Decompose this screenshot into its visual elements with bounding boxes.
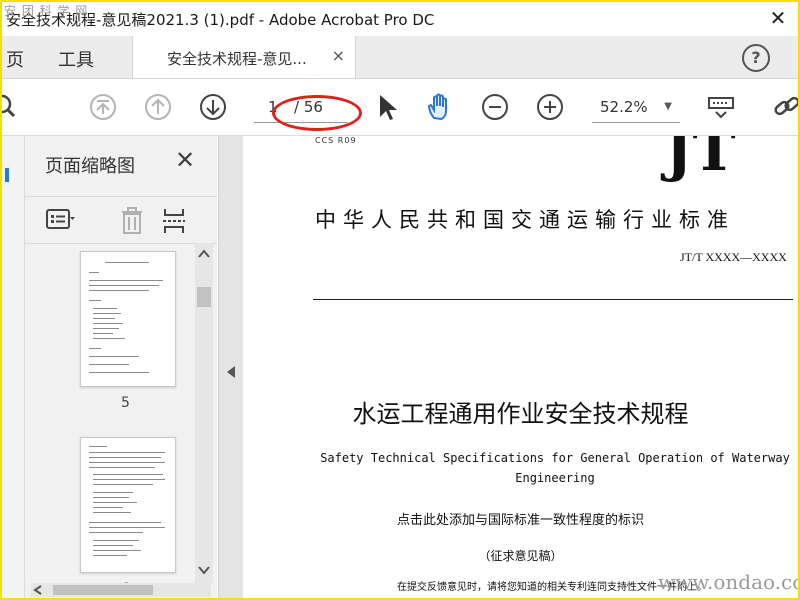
chevron-down-icon: ▼ — [664, 101, 672, 112]
thumbnail-vertical-scrollbar[interactable] — [195, 243, 213, 583]
scroll-up-icon[interactable] — [198, 249, 210, 259]
hand-tool-icon[interactable] — [425, 92, 455, 122]
standard-organization: 中华人民共和国交通运输行业标准 — [315, 208, 735, 232]
consistency-note: 点击此处添加与国际标准一致性程度的标识 — [396, 513, 644, 528]
window-close-button[interactable]: ✕ — [766, 6, 790, 30]
previous-page-icon[interactable] — [143, 92, 173, 122]
extract-page-icon[interactable] — [161, 207, 187, 235]
navigation-active-marker[interactable] — [5, 168, 9, 182]
watermark-bottom-right: www.ondao.com — [658, 570, 798, 594]
thumbnail-page[interactable] — [80, 437, 176, 573]
help-icon[interactable]: ? — [742, 44, 770, 72]
watermark-top-left: 安 团 科 学 网 — [4, 4, 89, 18]
tab-home[interactable]: 页 — [6, 46, 24, 72]
keyboard-icon[interactable] — [706, 92, 736, 122]
title-bar: 安全技术规程-意见稿2021.3 (1).pdf - Adobe Acrobat… — [2, 2, 798, 36]
thumbnail-options-icon[interactable] — [45, 207, 75, 233]
draft-label: （征求意见稿） — [478, 549, 563, 563]
delete-page-icon[interactable] — [119, 207, 145, 235]
scroll-down-icon[interactable] — [198, 565, 210, 575]
standard-code: JT/T XXXX—XXXX — [680, 250, 787, 264]
document-english-title: Safety Technical Specifications for Gene… — [320, 451, 790, 485]
next-page-icon[interactable] — [198, 92, 228, 122]
thumbnails-toolbar — [25, 196, 217, 244]
thumbnail-horizontal-scrollbar[interactable] — [31, 583, 211, 597]
tab-close-button[interactable]: × — [332, 46, 345, 65]
acrobat-window: 安全技术规程-意见稿2021.3 (1).pdf - Adobe Acrobat… — [0, 0, 800, 600]
jt-logo: JT — [665, 136, 736, 184]
search-icon[interactable] — [0, 92, 22, 122]
pane-splitter[interactable] — [218, 136, 244, 598]
tab-bar: 页 工具 安全技术规程-意见... × ? — [2, 36, 798, 79]
zoom-value: 52.2% — [600, 98, 648, 116]
toolbar: 1 / 56 52.2% ▼ — [2, 79, 798, 136]
select-cursor-icon[interactable] — [372, 92, 402, 122]
zoom-out-icon[interactable] — [480, 92, 510, 122]
scroll-left-icon[interactable] — [33, 585, 43, 595]
scrollbar-thumb[interactable] — [53, 585, 153, 595]
scrollbar-thumb[interactable] — [197, 287, 211, 307]
thumbnails-title: 页面缩略图 — [45, 156, 135, 177]
thumbnail-page-number: 5 — [121, 395, 130, 411]
tab-tools[interactable]: 工具 — [58, 46, 94, 72]
first-page-icon[interactable] — [88, 92, 118, 122]
collapse-pane-icon[interactable] — [227, 366, 235, 378]
tab-document-label: 安全技术规程-意见... — [167, 50, 307, 68]
thumbnails-pane: 页面缩略图 ✕ 5 — [25, 136, 217, 598]
navigation-strip — [2, 136, 25, 598]
thumbnails-close-button[interactable]: ✕ — [175, 146, 195, 174]
tab-document[interactable]: 安全技术规程-意见... × — [132, 36, 356, 78]
document-title: 水运工程通用作业安全技术规程 — [352, 400, 689, 428]
highlight-ellipse — [272, 95, 362, 131]
document-view[interactable]: CCS R09 JT 中华人民共和国交通运输行业标准 JT/T XXXX—XXX… — [243, 136, 798, 598]
header-rule — [313, 299, 793, 300]
thumbnail-page[interactable] — [80, 251, 176, 387]
link-icon[interactable] — [772, 92, 800, 122]
thumbnail-list: 5 — [25, 243, 217, 598]
zoom-in-icon[interactable] — [535, 92, 565, 122]
ccs-code: CCS R09 — [315, 136, 357, 145]
zoom-select[interactable]: 52.2% ▼ — [592, 94, 680, 123]
